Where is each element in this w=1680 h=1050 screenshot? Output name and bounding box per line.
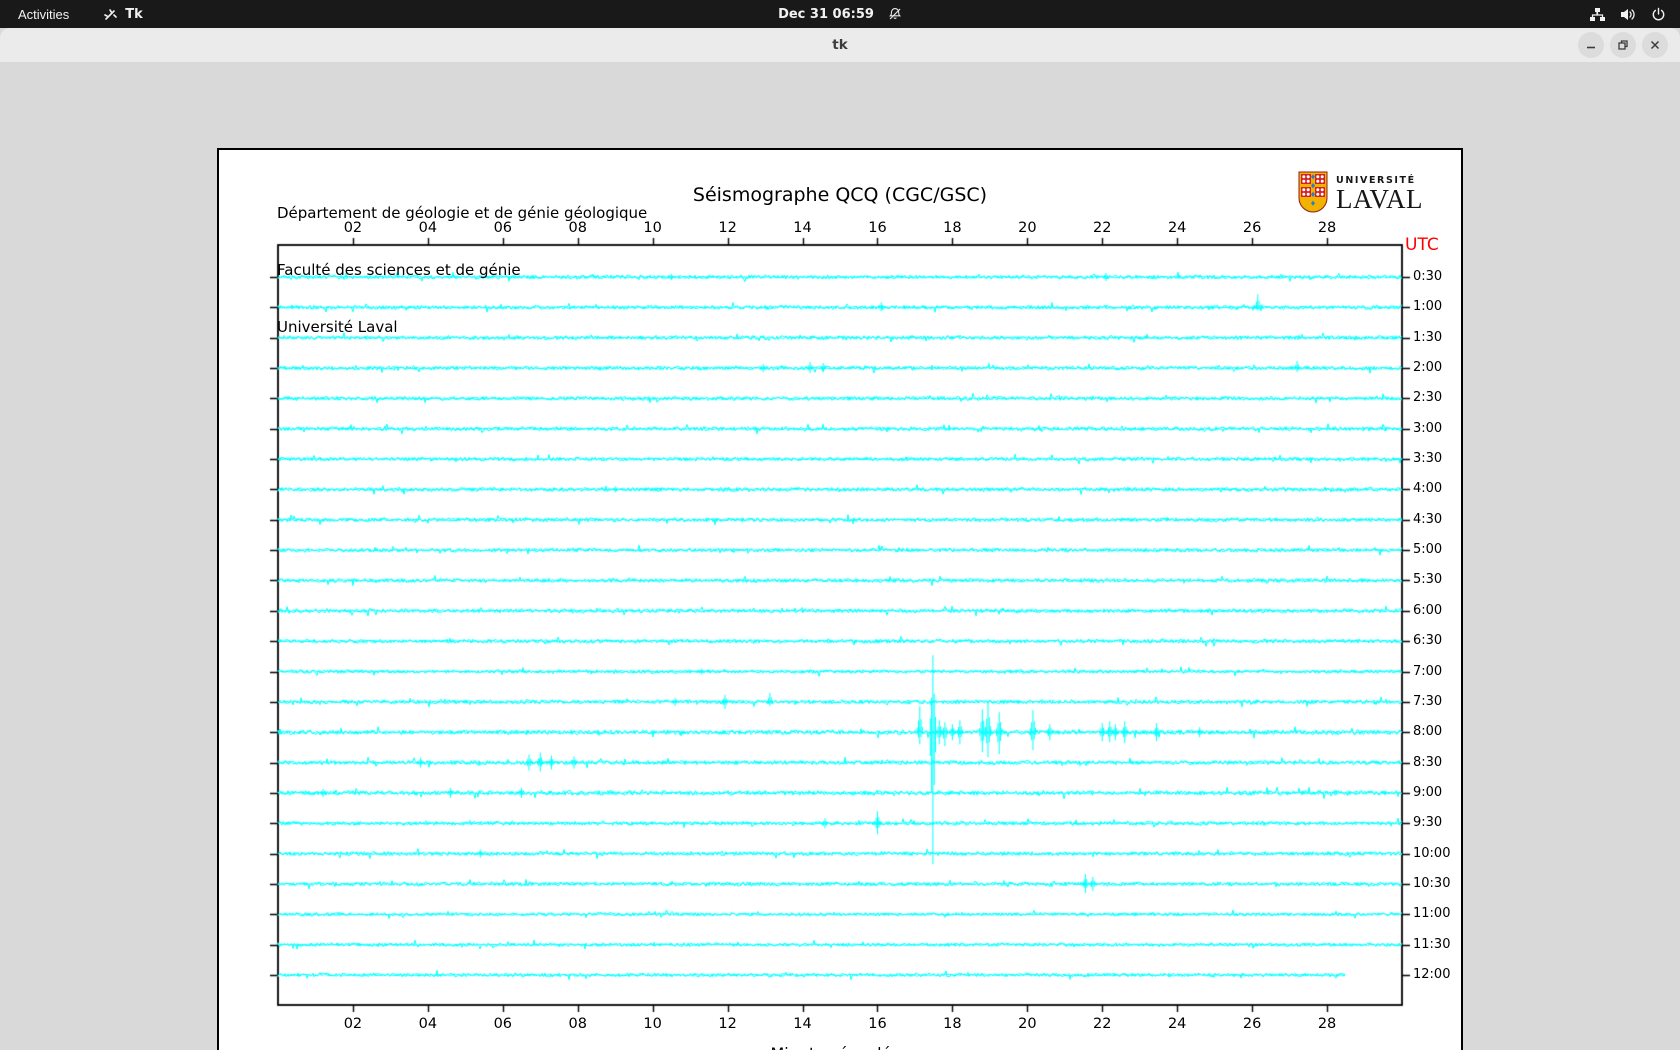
utc-row-label: 6:00 — [1413, 602, 1443, 618]
utc-row-label: 8:30 — [1413, 754, 1443, 770]
utc-row-label: 9:00 — [1413, 784, 1443, 800]
x-tick-label: 04 — [418, 220, 438, 236]
utc-row-label: 3:00 — [1413, 420, 1443, 436]
plot-title: Séismographe QCQ (CGC/GSC) — [692, 184, 988, 206]
x-tick-label: 22 — [1093, 220, 1112, 236]
x-tick-label: 08 — [568, 1016, 587, 1032]
x-tick-label: 14 — [793, 1016, 812, 1032]
x-tick-label: 16 — [868, 1016, 887, 1032]
desktop: Activities Tk Dec 31 06:59 tk Départemen… — [0, 0, 1680, 1050]
utc-row-label: 5:30 — [1413, 572, 1443, 588]
utc-row-label: 10:30 — [1413, 875, 1451, 891]
seismograph-canvas: Département de géologie et de génie géol… — [217, 148, 1463, 1050]
gnome-top-bar: Activities Tk Dec 31 06:59 — [0, 0, 1680, 28]
window-title: tk — [832, 37, 848, 53]
utc-row-label: 11:30 — [1413, 936, 1451, 952]
utc-row-label: 11:00 — [1413, 906, 1451, 922]
x-tick-label: 06 — [493, 1016, 513, 1032]
close-button[interactable] — [1642, 32, 1668, 58]
x-tick-label: 08 — [568, 220, 587, 236]
notifications-disabled-icon — [888, 7, 902, 21]
utc-row-label: 0:30 — [1413, 269, 1443, 284]
activities-button[interactable]: Activities — [18, 7, 69, 22]
utc-row-label: 4:00 — [1413, 481, 1443, 497]
x-tick-label: 18 — [943, 220, 962, 236]
x-tick-label: 10 — [643, 1016, 662, 1032]
x-tick-label: 20 — [1018, 1016, 1037, 1032]
focused-app-name: Tk — [125, 6, 143, 22]
laval-wordmark-bottom: LAVAL — [1336, 184, 1424, 214]
clock-menu[interactable]: Dec 31 06:59 — [778, 7, 902, 22]
utc-row-label: 2:00 — [1413, 360, 1443, 376]
tk-app-icon — [103, 7, 118, 22]
x-tick-label: 26 — [1242, 1016, 1262, 1032]
x-tick-label: 14 — [793, 220, 812, 236]
x-tick-label: 16 — [868, 220, 887, 236]
tk-window-body: Département de géologie et de génie géol… — [0, 62, 1680, 1050]
utc-row-label: 2:30 — [1413, 390, 1443, 406]
utc-row-label: 3:30 — [1413, 451, 1443, 467]
utc-row-label: 7:00 — [1413, 663, 1443, 679]
volume-icon — [1620, 7, 1637, 22]
x-tick-label: 28 — [1317, 220, 1337, 236]
utc-row-label: 4:30 — [1413, 511, 1443, 527]
system-status-area[interactable] — [1589, 7, 1680, 22]
clock-label: Dec 31 06:59 — [778, 6, 874, 22]
x-tick-label: 04 — [418, 1016, 438, 1032]
focused-app-indicator[interactable]: Tk — [103, 7, 143, 22]
utc-row-label: 1:30 — [1413, 329, 1443, 345]
utc-row-label: 8:00 — [1413, 724, 1443, 740]
x-tick-label: 02 — [343, 1016, 363, 1032]
x-tick-label: 12 — [718, 1016, 737, 1032]
laval-wordmark: UNIVERSITÉ LAVAL — [1336, 175, 1424, 214]
utc-row-label: 1:00 — [1413, 299, 1443, 315]
utc-row-label: 6:30 — [1413, 633, 1443, 649]
x-tick-label: 20 — [1018, 220, 1037, 236]
x-tick-label: 12 — [718, 220, 737, 236]
header-line-3: Université Laval — [277, 318, 398, 336]
network-icon — [1589, 7, 1606, 22]
x-tick-label: 10 — [643, 220, 662, 236]
x-tick-label: 22 — [1093, 1016, 1112, 1032]
utc-axis-label: UTC — [1405, 235, 1439, 255]
restore-button[interactable] — [1610, 32, 1636, 58]
window-titlebar[interactable]: tk — [0, 28, 1680, 63]
utc-row-label: 12:00 — [1413, 967, 1451, 982]
utc-row-label: 10:00 — [1413, 845, 1451, 861]
x-tick-label: 02 — [343, 220, 363, 236]
x-axis-title: Minutes écoulées — [278, 1044, 1402, 1050]
x-tick-label: 18 — [943, 1016, 962, 1032]
x-tick-label: 06 — [493, 220, 513, 236]
header-line-2: Faculté des sciences et de génie — [277, 261, 521, 279]
power-icon — [1651, 7, 1666, 22]
minimize-button[interactable] — [1578, 32, 1604, 58]
x-tick-label: 28 — [1317, 1016, 1337, 1032]
utc-row-label: 9:30 — [1413, 815, 1443, 831]
x-tick-label: 26 — [1242, 220, 1262, 236]
x-tick-label: 24 — [1167, 1016, 1187, 1032]
x-tick-label: 24 — [1167, 220, 1187, 236]
utc-row-label: 5:00 — [1413, 542, 1443, 558]
utc-row-label: 7:30 — [1413, 693, 1443, 709]
